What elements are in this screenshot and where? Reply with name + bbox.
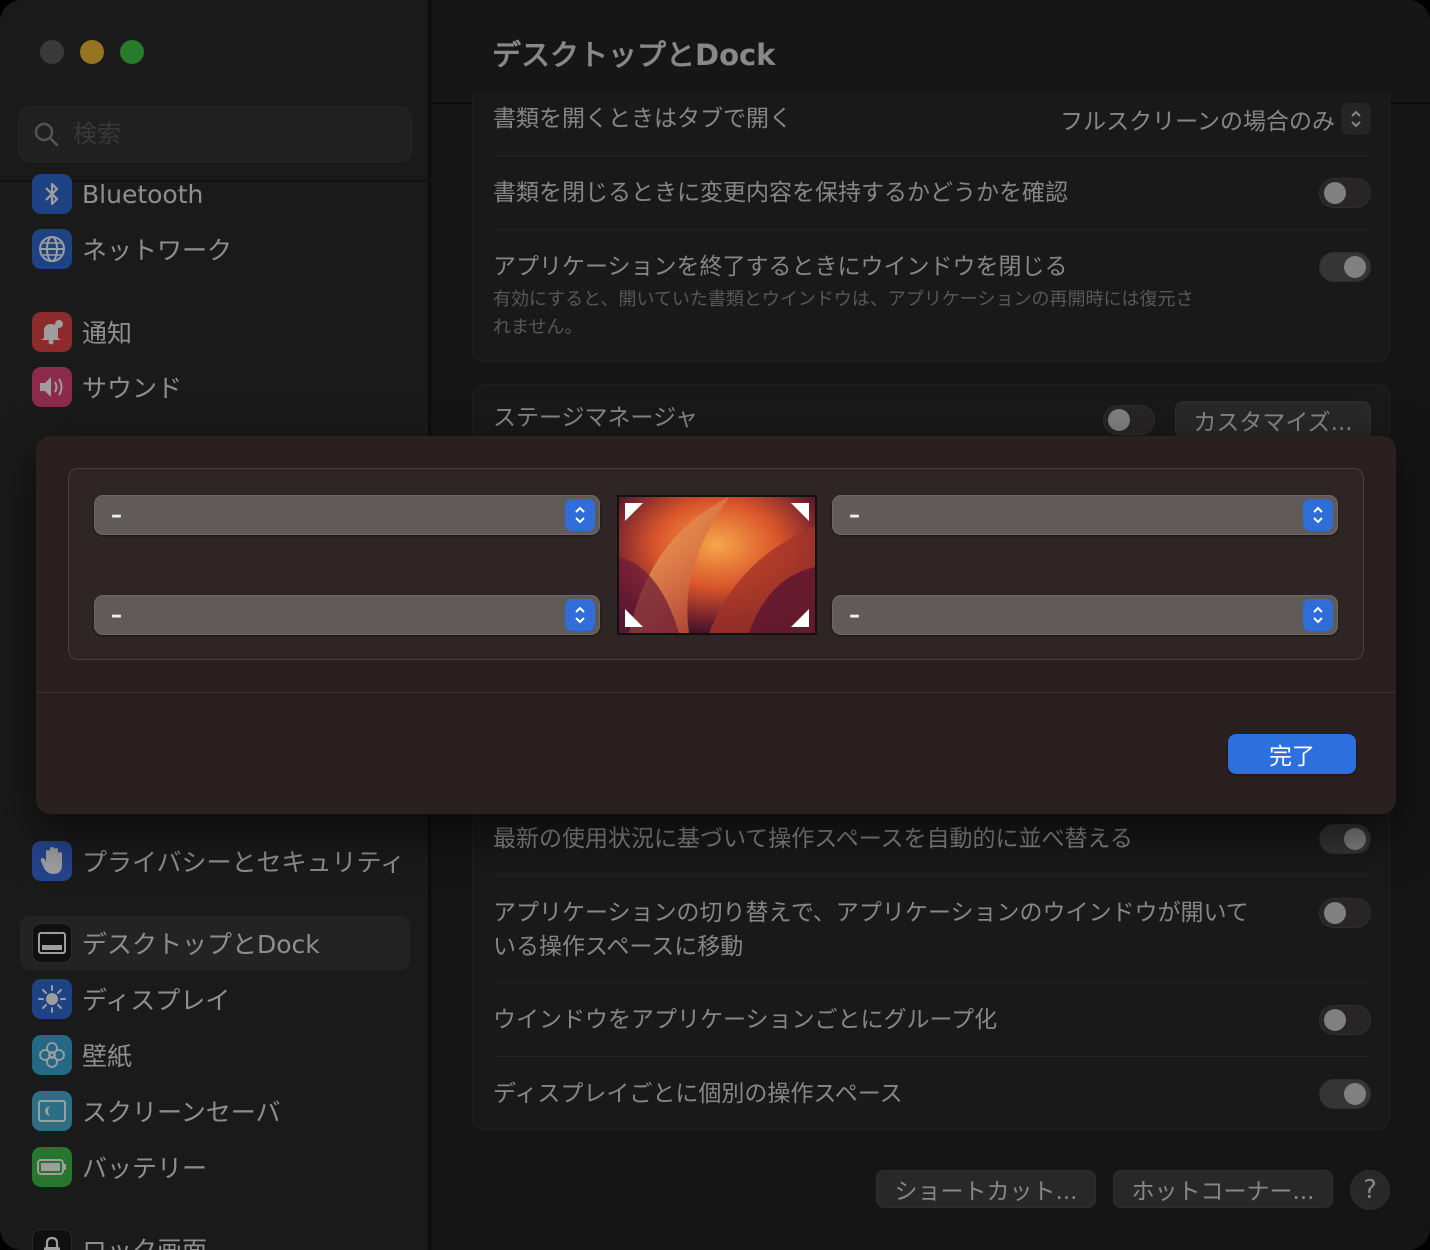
top-left-corner-value: – — [111, 502, 122, 528]
bottom-right-corner-value: – — [849, 602, 860, 628]
hot-corners-sheet: – – – – 完了 — [36, 436, 1396, 814]
bottom-left-corner-value: – — [111, 602, 122, 628]
top-left-corner-select[interactable]: – — [94, 495, 600, 535]
sheet-divider — [36, 692, 1396, 693]
chevron-updown-icon — [565, 599, 595, 631]
bottom-left-corner-select[interactable]: – — [94, 595, 600, 635]
top-right-corner-select[interactable]: – — [832, 495, 1338, 535]
top-right-corner-value: – — [849, 502, 860, 528]
hot-corners-box: – – – – — [68, 468, 1364, 660]
chevron-updown-icon — [565, 499, 595, 531]
chevron-updown-icon — [1303, 599, 1333, 631]
desktop-preview-image — [617, 495, 817, 635]
done-button[interactable]: 完了 — [1228, 734, 1356, 774]
bottom-right-corner-select[interactable]: – — [832, 595, 1338, 635]
chevron-updown-icon — [1303, 499, 1333, 531]
settings-window: Bluetooth ネットワーク 通知 サウンド プライバシーとセキュリティ — [0, 0, 1430, 1250]
